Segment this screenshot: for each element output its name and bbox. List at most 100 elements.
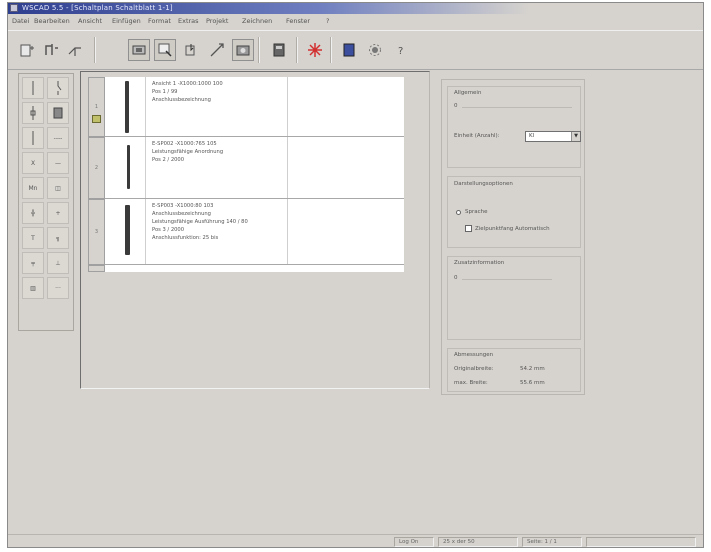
- symbol-palette: ---- X — Mn ◫ ╬ + T ╗ ╤ ⊥ ▥ ···: [18, 73, 74, 331]
- max-width-label: max. Breite:: [454, 380, 488, 386]
- bus-icon[interactable]: [40, 39, 62, 61]
- connection-icon[interactable]: [206, 39, 228, 61]
- palette-transformer-icon[interactable]: ╬: [22, 202, 44, 224]
- help-icon[interactable]: ?: [390, 39, 412, 61]
- settings-icon[interactable]: [364, 39, 386, 61]
- row-line: E-SP002 -X1000:765 105: [152, 141, 217, 147]
- additional-info-value: 0: [454, 275, 458, 281]
- palette-relay-icon[interactable]: [47, 102, 69, 124]
- palette-module-icon[interactable]: ▥: [22, 277, 44, 299]
- row-number-1: 1: [88, 77, 105, 137]
- unit-select-value: Kl: [529, 133, 535, 139]
- status-page: Seite: 1 / 1: [522, 537, 582, 547]
- table-row[interactable]: E-SP003 -X1000:80 103 Anschlussbezeichnu…: [105, 199, 404, 265]
- title-bar[interactable]: WSCAD 5.5 - [Schaltplan Schaltblatt 1-1]: [8, 3, 703, 14]
- palette-ground-icon[interactable]: ⊥: [47, 252, 69, 274]
- row-line: Pos 1 / 99: [152, 89, 178, 95]
- document-icon[interactable]: [268, 39, 290, 61]
- language-radio-label: Sprache: [465, 209, 488, 215]
- menu-item-format[interactable]: Format: [148, 17, 171, 25]
- selected-marker-icon: [92, 115, 101, 123]
- menu-item-help[interactable]: ?: [326, 17, 329, 25]
- row-line: Ansicht 1 -X1000:1000 100: [152, 81, 223, 87]
- row-line: Pos 3 / 2000: [152, 227, 185, 233]
- palette-plug-icon[interactable]: ╤: [22, 252, 44, 274]
- autosnap-checkbox[interactable]: [465, 225, 472, 232]
- menu-item-datei[interactable]: Datei: [12, 17, 29, 25]
- schematic-canvas[interactable]: 1 2 3 Ansicht 1 -X1000:1000 100 Pos 1 / …: [80, 71, 430, 389]
- book-icon[interactable]: [338, 39, 360, 61]
- palette-lamp-icon[interactable]: ◫: [47, 177, 69, 199]
- menu-item-zeichnen[interactable]: Zeichnen: [242, 17, 272, 25]
- row-line: E-SP003 -X1000:80 103: [152, 203, 214, 209]
- relay-symbol-icon[interactable]: [127, 145, 130, 189]
- palette-fuse-icon[interactable]: [22, 127, 44, 149]
- insert-icon[interactable]: [154, 39, 176, 61]
- row-text: E-SP002 -X1000:765 105 Leistungsfähige A…: [152, 140, 223, 164]
- application-window: WSCAD 5.5 - [Schaltplan Schaltblatt 1-1]…: [7, 2, 704, 548]
- row-text: Ansicht 1 -X1000:1000 100 Pos 1 / 99 Ans…: [152, 80, 223, 104]
- row-line: Anschlussbezeichnung: [152, 97, 211, 103]
- row-line: Leistungsfähige Anordnung: [152, 149, 224, 155]
- palette-dash-icon[interactable]: —: [47, 152, 69, 174]
- menu-item-extras[interactable]: Extras: [178, 17, 199, 25]
- original-width-value: 54.2 mm: [520, 366, 545, 372]
- menu-item-projekt[interactable]: Projekt: [206, 17, 228, 25]
- properties-panel: Allgemein 0 Einheit (Anzahl): Kl ▼ Darst…: [441, 79, 585, 395]
- palette-plus-icon[interactable]: +: [47, 202, 69, 224]
- chevron-down-icon[interactable]: ▼: [571, 132, 580, 141]
- row-line: Pos 2 / 2000: [152, 157, 185, 163]
- group-display-options: Darstellungsoptionen Sprache Zielpunktfa…: [447, 176, 581, 248]
- menu-item-ansicht[interactable]: Ansicht: [78, 17, 102, 25]
- toolbar: ?: [8, 30, 703, 70]
- palette-line-icon[interactable]: ----: [47, 127, 69, 149]
- menu-item-fenster[interactable]: Fenster: [286, 17, 310, 25]
- cross-icon[interactable]: [304, 39, 326, 61]
- group-title: Allgemein: [454, 90, 482, 96]
- palette-terminal-icon[interactable]: T: [22, 227, 44, 249]
- palette-x-icon[interactable]: X: [22, 152, 44, 174]
- table-row[interactable]: Ansicht 1 -X1000:1000 100 Pos 1 / 99 Ans…: [105, 77, 404, 137]
- group-title: Abmessungen: [454, 352, 494, 358]
- status-login: Log On: [394, 537, 434, 547]
- row-line: Anschlussfunktion: 25 bis: [152, 235, 219, 241]
- row-number-2: 2: [88, 137, 105, 199]
- menu-bar: Datei Bearbeiten Ansicht Einfügen Format…: [8, 16, 703, 28]
- table-row[interactable]: E-SP002 -X1000:765 105 Leistungsfähige A…: [105, 137, 404, 199]
- palette-motor-icon[interactable]: Mn: [22, 177, 44, 199]
- photo-icon[interactable]: [232, 39, 254, 61]
- svg-text:?: ?: [398, 46, 403, 57]
- row-text: E-SP003 -X1000:80 103 Anschlussbezeichnu…: [152, 202, 248, 242]
- status-empty: [586, 537, 696, 547]
- palette-switch-icon[interactable]: [47, 77, 69, 99]
- app-icon[interactable]: [10, 4, 18, 12]
- window-title: WSCAD 5.5 - [Schaltplan Schaltblatt 1-1]: [22, 4, 173, 12]
- palette-sensor-icon[interactable]: ╗: [47, 227, 69, 249]
- terminal-icon[interactable]: [128, 39, 150, 61]
- row-number-empty: [88, 265, 105, 272]
- group-dimensions: Abmessungen Originalbreite: 54.2 mm max.…: [447, 348, 581, 392]
- original-width-label: Originalbreite:: [454, 366, 494, 372]
- menu-item-einfuegen[interactable]: Einfügen: [112, 17, 141, 25]
- row-line: Anschlussbezeichnung: [152, 211, 211, 217]
- additional-info-input[interactable]: [462, 273, 552, 280]
- language-radio[interactable]: [456, 210, 461, 215]
- new-page-icon[interactable]: [16, 39, 38, 61]
- unit-label: Einheit (Anzahl):: [454, 133, 500, 139]
- unit-select[interactable]: Kl ▼: [525, 131, 581, 142]
- autosnap-checkbox-label: Zielpunktfang Automatisch: [475, 226, 550, 232]
- pointer-icon[interactable]: [180, 39, 202, 61]
- group-title: Darstellungsoptionen: [454, 181, 513, 187]
- group-title: Zusatzinformation: [454, 260, 505, 266]
- row-number-3: 3: [88, 199, 105, 265]
- palette-more-icon[interactable]: ···: [47, 277, 69, 299]
- status-bar: Log On 25 x der 50 Seite: 1 / 1: [8, 534, 703, 547]
- contact-symbol-icon[interactable]: [125, 81, 129, 133]
- palette-contact-icon[interactable]: [22, 77, 44, 99]
- menu-item-bearbeiten[interactable]: Bearbeiten: [34, 17, 70, 25]
- palette-coil-icon[interactable]: [22, 102, 44, 124]
- schematic-sheet[interactable]: 1 2 3 Ansicht 1 -X1000:1000 100 Pos 1 / …: [88, 77, 404, 272]
- switch-symbol-icon[interactable]: [125, 205, 130, 255]
- wire-icon[interactable]: [64, 39, 86, 61]
- general-input[interactable]: [462, 101, 572, 108]
